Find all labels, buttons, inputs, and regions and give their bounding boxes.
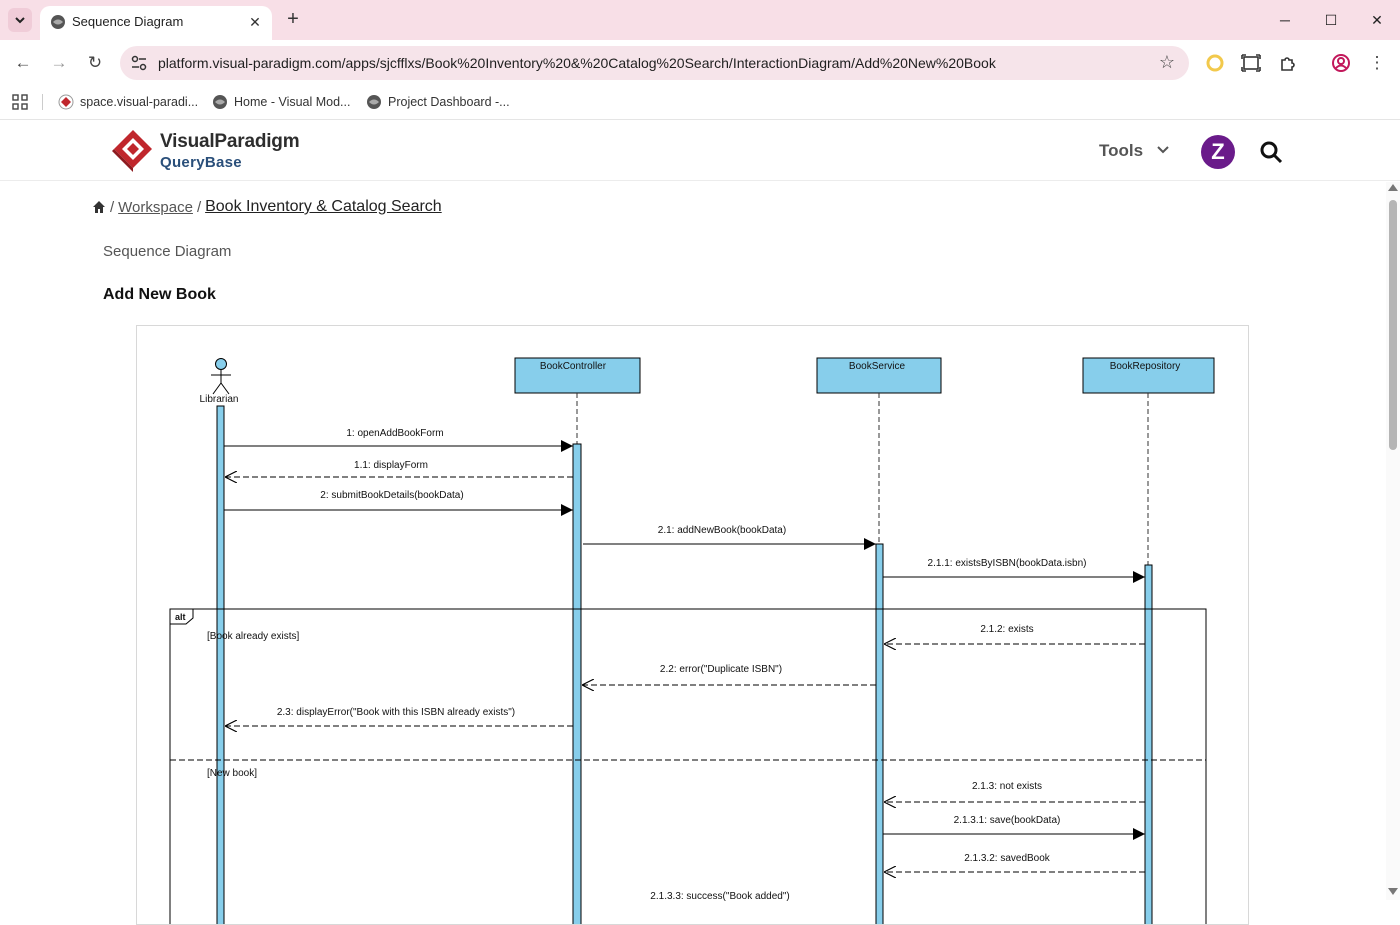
message-label: 1: openAddBookForm [346,428,443,439]
message-label: 2.1.3.2: savedBook [964,853,1051,864]
chevron-down-icon [15,17,25,24]
activation-bar [572,443,582,924]
bookmark-star-icon[interactable]: ☆ [1159,52,1175,73]
message-2-1: 2.1: addNewBook(bookData) [583,525,876,550]
message-label: 2.1.3: not exists [972,781,1042,792]
breadcrumb-workspace-link[interactable]: Workspace [118,199,193,216]
browser-tab[interactable]: Sequence Diagram ✕ [40,6,272,40]
message-label: 1.1: displayForm [354,460,428,471]
scroll-thumb[interactable] [1389,200,1397,450]
document-type: Sequence Diagram [103,243,232,260]
visual-paradigm-favicon-icon [58,94,74,110]
message-label: 2.1.3.1: save(bookData) [954,815,1061,826]
visual-paradigm-logo[interactable] [112,128,154,174]
activation-bar [875,543,884,924]
diagram-canvas: Librarian BookController BookService Boo… [169,357,1215,924]
url-text: platform.visual-paradigm.com/apps/sjcffl… [158,55,996,71]
message-label: 2.2: error("Duplicate ISBN") [660,664,782,675]
lifeline-label: BookController [540,361,607,372]
bookmark-label: space.visual-paradi... [80,95,199,109]
bookmark-item[interactable]: space.visual-paradi... [58,92,198,112]
breadcrumb: / Workspace / Book Inventory & Catalog S… [92,198,442,216]
message-2-1-2: 2.1.2: exists [884,624,1145,644]
bookmarks-separator [42,94,43,110]
alt-fragment: alt [Book already exists] [New book] [169,608,1207,924]
message-2-3: 2.3: displayError("Book with this ISBN a… [225,707,573,726]
profile-icon[interactable] [1330,52,1352,74]
actor-librarian: Librarian [200,358,239,405]
message-1: 1: openAddBookForm [224,428,573,452]
page-title: Add New Book [103,286,216,303]
message-2-1-3-1: 2.1.3.1: save(bookData) [883,815,1145,840]
fragment-operator: alt [175,612,186,622]
lifeline-label: BookRepository [1110,361,1181,372]
message-2-1-3: 2.1.3: not exists [884,781,1145,802]
message-2-1-3-3: 2.1.3.3: success("Book added") [650,891,789,902]
message-label: 2.1.3.3: success("Book added") [650,891,789,902]
forward-icon[interactable]: → [46,50,72,76]
globe-icon [213,95,227,109]
back-icon[interactable]: ← [10,50,36,76]
chevron-down-icon[interactable] [1155,141,1171,157]
message-1-1: 1.1: displayForm [225,460,573,477]
tab-search-button[interactable] [8,8,32,32]
user-avatar[interactable]: Z [1201,135,1235,169]
actor-label: Librarian [200,394,239,405]
message-label: 2.1.1: existsByISBN(bookData.isbn) [928,558,1087,569]
message-2-1-3-2: 2.1.3.2: savedBook [884,853,1145,872]
breadcrumb-separator: / [196,198,202,216]
close-tab-icon[interactable]: ✕ [246,13,264,31]
fragment-guard: [New book] [207,768,257,779]
lifeline-head-bookrepository: BookRepository [1082,357,1215,394]
message-2-1-1: 2.1.1: existsByISBN(bookData.isbn) [883,558,1145,583]
address-bar[interactable]: platform.visual-paradigm.com/apps/sjcffl… [120,46,1189,80]
message-2: 2: submitBookDetails(bookData) [224,490,573,516]
globe-icon [367,95,381,109]
maximize-icon[interactable]: ☐ [1319,8,1343,32]
new-tab-button[interactable]: + [282,9,304,31]
browser-toolbar: ← → ↻ platform.visual-paradigm.com/apps/… [0,40,1400,84]
message-label: 2.3: displayError("Book with this ISBN a… [277,707,515,718]
apps-grid-icon[interactable] [12,94,28,110]
tab-title: Sequence Diagram [72,14,184,29]
activation-bar [1144,564,1153,924]
home-icon[interactable] [92,200,106,214]
message-label: 2: submitBookDetails(bookData) [320,490,463,501]
bookmark-item[interactable]: Home - Visual Mod... [212,92,350,112]
browser-tab-bar: Sequence Diagram ✕ + ─ ☐ ✕ [0,0,1400,40]
site-header: VisualParadigm QueryBase Tools Z [0,121,1400,181]
reload-icon[interactable]: ↻ [82,50,108,76]
message-label: 2.1: addNewBook(bookData) [658,525,786,536]
bookmarks-bar: space.visual-paradi... Home - Visual Mod… [0,84,1400,120]
lifeline-head-bookservice: BookService [816,357,942,394]
breadcrumb-current-link[interactable]: Book Inventory & Catalog Search [205,198,442,216]
breadcrumb-separator: / [110,198,115,216]
message-label: 2.1.2: exists [980,624,1033,635]
bookmark-item[interactable]: Project Dashboard -... [366,92,510,112]
lifeline-label: BookService [849,361,906,372]
message-2-2: 2.2: error("Duplicate ISBN") [582,664,876,685]
bookmark-label: Project Dashboard -... [388,95,510,109]
logo-title: VisualParadigm [160,131,300,152]
extensions-puzzle-icon[interactable] [1277,52,1299,74]
sequence-diagram[interactable]: Librarian BookController BookService Boo… [136,325,1249,925]
more-menu-icon[interactable]: ⋮ [1364,50,1390,76]
extension-circle-icon[interactable] [1204,52,1226,74]
close-window-icon[interactable]: ✕ [1365,8,1389,32]
lifeline-head-bookcontroller: BookController [514,357,641,394]
minimize-icon[interactable]: ─ [1273,8,1297,32]
site-settings-icon[interactable] [130,54,148,72]
bookmark-label: Home - Visual Mod... [234,95,351,109]
tools-menu[interactable]: Tools [1099,141,1143,161]
page-scrollbar[interactable] [1386,182,1400,900]
fragment-guard: [Book already exists] [207,631,299,642]
screen-capture-icon[interactable] [1240,52,1262,74]
scroll-down-arrow-icon[interactable] [1388,888,1398,895]
search-icon[interactable] [1259,140,1283,164]
globe-icon [51,15,65,29]
logo-subtitle: QueryBase [160,154,242,171]
activation-bar [216,405,225,924]
scroll-up-arrow-icon[interactable] [1388,184,1398,191]
